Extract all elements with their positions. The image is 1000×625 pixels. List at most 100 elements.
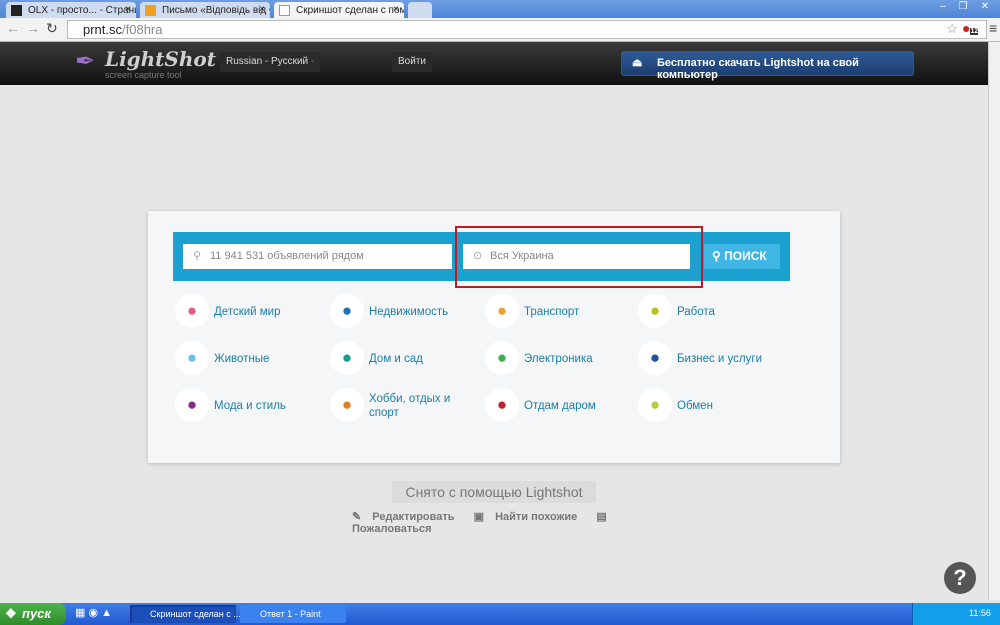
category-item[interactable]: ● Электроника (485, 341, 635, 377)
help-button[interactable]: ? (944, 562, 976, 594)
extension-badge: 12 (970, 28, 979, 35)
search-icon: ⚲ (712, 249, 721, 263)
highlight-rectangle (455, 226, 703, 288)
category-item[interactable]: ● Дом и сад (330, 341, 480, 377)
download-label: Бесплатно скачать Lightshot на свой комп… (657, 57, 859, 81)
phone-icon: ● (485, 341, 519, 375)
quicklaunch-icons[interactable]: ▦ ◉ ▲ (75, 606, 112, 619)
menu-icon[interactable]: ≡ (989, 20, 997, 36)
language-label: Russian - Русский (226, 56, 309, 67)
category-label: Животные (214, 353, 270, 365)
find-similar-link[interactable]: ▣ Найти похожие (474, 511, 586, 523)
back-icon[interactable]: ← (6, 20, 20, 36)
category-item[interactable]: ● Отдам даром (485, 388, 635, 424)
system-tray: 11:56 (912, 603, 1000, 625)
close-window-button[interactable]: ✕ (975, 1, 995, 15)
taskbar: ❖ пуск ▦ ◉ ▲ Скриншот сделан с ... Ответ … (0, 603, 1000, 625)
page-favicon-icon (279, 5, 290, 16)
language-select[interactable]: Russian - Русский - (220, 52, 321, 72)
edit-link[interactable]: ✎ Редактировать (352, 511, 463, 523)
category-item[interactable]: ● Бизнес и услуги (638, 341, 788, 377)
taskbar-item-browser[interactable]: Скриншот сделан с ... (130, 605, 241, 623)
category-label: Дом и сад (369, 353, 423, 365)
restore-button[interactable]: ❐ (953, 1, 973, 15)
tab-title: OLX - просто... - Страница (28, 5, 136, 16)
search-input[interactable]: ⚲ 11 941 531 объявлений рядом (183, 244, 452, 269)
taskbar-item-paint[interactable]: Ответ 1 - Paint (240, 605, 346, 623)
tab-mail[interactable]: Письмо «Відповідь від OLX»× (140, 2, 270, 18)
paw-icon: ● (175, 341, 209, 375)
category-label: Бизнес и услуги (677, 353, 763, 365)
tab-lightshot[interactable]: Скриншот сделан с помощ× (274, 2, 404, 18)
tab-title: Письмо «Відповідь від OLX» (162, 5, 270, 16)
address-bar[interactable]: prnt.sc/f08hra ☆ (67, 20, 987, 39)
mail-favicon-icon (145, 5, 156, 16)
search-icon: ⚲ (193, 250, 202, 262)
briefcase-icon: ● (638, 294, 672, 328)
extension-icon[interactable]: ●12 (962, 20, 979, 36)
download-icon: ⏏ (632, 57, 643, 69)
logo[interactable]: LightShot (105, 47, 216, 71)
close-tab-icon[interactable]: × (259, 4, 265, 15)
car-icon: ● (485, 294, 519, 328)
house-icon: ● (330, 294, 364, 328)
coat-icon: ● (175, 388, 209, 422)
taskbar-item-label: Скриншот сделан с ... (150, 609, 241, 619)
search-placeholder: 11 941 531 объявлений рядом (210, 250, 364, 262)
toolbar: ← → ↻ prnt.sc/f08hra ☆ ●12 ≡ (0, 18, 1000, 42)
report-label: Пожаловаться (352, 523, 432, 535)
category-label: Работа (677, 306, 715, 318)
category-item[interactable]: ● Животные (175, 341, 325, 377)
category-item[interactable]: ● Недвижимость (330, 294, 480, 330)
close-tab-icon[interactable]: × (393, 4, 399, 15)
category-label: Хобби, отдых и спорт (369, 393, 451, 419)
lock-icon: ▤ (596, 511, 607, 523)
handshake-icon: ● (638, 388, 672, 422)
baby-icon: ● (175, 294, 209, 328)
bicycle-icon: ● (330, 388, 364, 422)
minimize-button[interactable]: – (933, 1, 953, 15)
category-label: Отдам даром (524, 400, 596, 412)
search-button[interactable]: ⚲ ПОИСК (704, 244, 780, 269)
forward-icon[interactable]: → (26, 20, 40, 36)
windows-logo-icon: ❖ (5, 606, 17, 621)
reload-icon[interactable]: ↻ (46, 20, 58, 37)
login-button[interactable]: Войти (392, 52, 432, 72)
new-tab-button[interactable] (408, 2, 432, 18)
close-tab-icon[interactable]: × (125, 4, 131, 15)
scrollbar[interactable] (988, 42, 1000, 600)
lightshot-header: ✒ LightShot screen capture tool Russian … (0, 42, 988, 85)
search-button-label: ПОИСК (724, 249, 767, 263)
wrench-icon: ● (638, 341, 672, 375)
category-label: Обмен (677, 400, 713, 412)
star-icon[interactable]: ☆ (946, 21, 958, 37)
taskbar-item-label: Ответ 1 - Paint (260, 609, 321, 619)
start-label: пуск (22, 606, 51, 621)
category-item[interactable]: ● Мода и стиль (175, 388, 325, 424)
edit-label: Редактировать (372, 511, 455, 523)
feather-logo-icon: ✒ (75, 48, 96, 75)
url-host: prnt.sc (83, 22, 123, 37)
category-label: Электроника (524, 353, 593, 365)
category-item[interactable]: ● Хобби, отдых и спорт (330, 388, 480, 424)
category-item[interactable]: ● Работа (638, 294, 788, 330)
category-item[interactable]: ● Транспорт (485, 294, 635, 330)
footer-links: ✎ Редактировать ▣ Найти похожие ▤ Пожало… (352, 510, 652, 535)
url-path: /f08hra (122, 22, 163, 37)
tab-olx[interactable]: OLX - просто... - Страница× (6, 2, 136, 18)
camera-icon: ▣ (473, 511, 485, 523)
clock: 11:56 (969, 608, 991, 618)
download-button[interactable]: ⏏ Бесплатно скачать Lightshot на свой ком… (621, 51, 914, 81)
pencil-icon: ✎ (352, 511, 362, 523)
category-label: Детский мир (214, 306, 281, 318)
category-item[interactable]: ● Детский мир (175, 294, 325, 330)
category-label: Мода и стиль (214, 400, 286, 412)
caption: Снято с помощью Lightshot (392, 481, 596, 503)
sofa-icon: ● (330, 341, 364, 375)
category-item[interactable]: ● Обмен (638, 388, 788, 424)
tag-icon: ● (485, 388, 519, 422)
olx-favicon-icon (11, 5, 22, 16)
similar-label: Найти похожие (495, 511, 578, 523)
start-button[interactable]: ❖ пуск (0, 603, 66, 625)
category-label: Транспорт (524, 306, 580, 318)
